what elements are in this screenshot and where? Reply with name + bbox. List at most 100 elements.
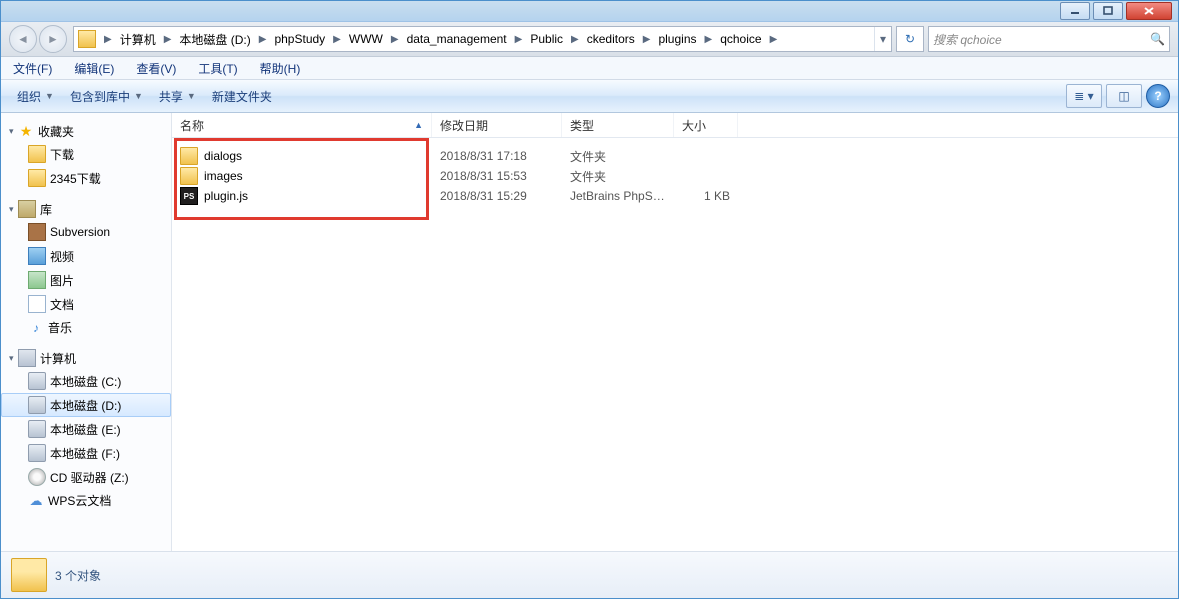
sidebar-drive-d[interactable]: 本地磁盘 (D:) (1, 393, 171, 417)
folder-icon (180, 147, 198, 165)
sidebar-documents[interactable]: 文档 (1, 292, 171, 316)
chevron-right-icon[interactable]: ▶ (701, 34, 717, 45)
chevron-right-icon[interactable]: ▶ (100, 34, 116, 45)
share-button[interactable]: 共享▼ (151, 84, 204, 108)
chevron-right-icon[interactable]: ▶ (160, 34, 176, 45)
status-bar: 3 个对象 (1, 551, 1178, 598)
picture-icon (28, 271, 46, 289)
minimize-button[interactable] (1060, 2, 1090, 20)
chevron-right-icon[interactable]: ▶ (329, 34, 345, 45)
sort-asc-icon: ▲ (414, 120, 423, 130)
file-rows: dialogs 2018/8/31 17:18 文件夹 images 2018/… (172, 138, 1178, 551)
new-folder-button[interactable]: 新建文件夹 (204, 84, 280, 108)
file-date: 2018/8/31 15:53 (432, 169, 562, 183)
crumb-phpstudy[interactable]: phpStudy (270, 27, 329, 51)
sidebar-downloads[interactable]: 下载 (1, 142, 171, 166)
crumb-plugins[interactable]: plugins (654, 27, 700, 51)
explorer-window: ◄ ► ▶ 计算机▶ 本地磁盘 (D:)▶ phpStudy▶ WWW▶ dat… (0, 0, 1179, 599)
crumb-drive-d[interactable]: 本地磁盘 (D:) (175, 27, 254, 51)
js-file-icon: PS (180, 187, 198, 205)
disk-icon (28, 444, 46, 462)
crumb-data-management[interactable]: data_management (403, 27, 511, 51)
computer-group[interactable]: ▾计算机 (1, 347, 171, 369)
close-button[interactable] (1126, 2, 1172, 20)
chevron-right-icon[interactable]: ▶ (511, 34, 527, 45)
forward-button[interactable]: ► (39, 25, 67, 53)
chevron-down-icon: ▼ (45, 91, 54, 101)
video-icon (28, 247, 46, 265)
chevron-down-icon: ▼ (187, 91, 196, 101)
file-name: images (204, 169, 243, 183)
file-name: dialogs (204, 149, 242, 163)
chevron-right-icon[interactable]: ▶ (567, 34, 583, 45)
view-options-button[interactable]: ≣ ▾ (1066, 84, 1102, 108)
address-dropdown[interactable]: ▾ (874, 27, 891, 51)
search-box[interactable]: 搜索 qchoice 🔍 (928, 26, 1170, 52)
menu-edit[interactable]: 编辑(E) (70, 58, 118, 79)
favorites-group[interactable]: ▾★收藏夹 (1, 121, 171, 142)
chevron-right-icon[interactable]: ▶ (766, 34, 782, 45)
crumb-ckeditors[interactable]: ckeditors (583, 27, 639, 51)
crumb-qchoice[interactable]: qchoice (716, 27, 765, 51)
column-size[interactable]: 大小 (674, 113, 738, 137)
file-date: 2018/8/31 15:29 (432, 189, 562, 203)
sidebar-drive-z[interactable]: CD 驱动器 (Z:) (1, 465, 171, 489)
search-input[interactable]: 搜索 qchoice (933, 31, 1150, 48)
file-row[interactable]: images 2018/8/31 15:53 文件夹 (172, 166, 1178, 186)
include-in-library-button[interactable]: 包含到库中▼ (62, 84, 151, 108)
chevron-right-icon[interactable]: ▶ (387, 34, 403, 45)
crumb-www[interactable]: WWW (345, 27, 387, 51)
computer-icon (18, 349, 36, 367)
folder-icon (180, 167, 198, 185)
navigation-pane[interactable]: ▾★收藏夹 下载 2345下载 ▾库 Subversion 视频 图片 文档 ♪… (1, 113, 172, 551)
sidebar-drive-c[interactable]: 本地磁盘 (C:) (1, 369, 171, 393)
sidebar-music[interactable]: ♪音乐 (1, 316, 171, 339)
svn-icon (28, 223, 46, 241)
menu-help[interactable]: 帮助(H) (256, 58, 305, 79)
sidebar-drive-e[interactable]: 本地磁盘 (E:) (1, 417, 171, 441)
crumb-computer[interactable]: 计算机 (116, 27, 160, 51)
library-icon (18, 200, 36, 218)
crumb-public[interactable]: Public (526, 27, 567, 51)
file-row[interactable]: PSplugin.js 2018/8/31 15:29 JetBrains Ph… (172, 186, 1178, 206)
disk-icon (28, 420, 46, 438)
sidebar-video[interactable]: 视频 (1, 244, 171, 268)
help-button[interactable]: ? (1146, 84, 1170, 108)
sidebar-subversion[interactable]: Subversion (1, 220, 171, 244)
sidebar-wps-cloud[interactable]: ☁WPS云文档 (1, 489, 171, 512)
menu-file[interactable]: 文件(F) (9, 58, 56, 79)
sidebar-2345downloads[interactable]: 2345下载 (1, 166, 171, 190)
chevron-right-icon[interactable]: ▶ (255, 34, 271, 45)
chevron-down-icon: ▼ (134, 91, 143, 101)
back-button[interactable]: ◄ (9, 25, 37, 53)
menu-bar: 文件(F) 编辑(E) 查看(V) 工具(T) 帮助(H) (1, 57, 1178, 80)
maximize-button[interactable] (1093, 2, 1123, 20)
document-icon (28, 295, 46, 313)
column-name[interactable]: 名称▲ (172, 113, 432, 137)
folder-icon (28, 145, 46, 163)
music-icon: ♪ (28, 320, 44, 336)
cloud-icon: ☁ (28, 493, 44, 509)
chevron-right-icon[interactable]: ▶ (639, 34, 655, 45)
collapse-icon: ▾ (9, 126, 14, 137)
preview-pane-button[interactable]: ◫ (1106, 84, 1142, 108)
column-date[interactable]: 修改日期 (432, 113, 562, 137)
file-date: 2018/8/31 17:18 (432, 149, 562, 163)
column-headers: 名称▲ 修改日期 类型 大小 (172, 113, 1178, 138)
sidebar-pictures[interactable]: 图片 (1, 268, 171, 292)
file-list-pane: 名称▲ 修改日期 类型 大小 dialogs 2018/8/31 17:18 文… (172, 113, 1178, 551)
search-icon: 🔍 (1150, 32, 1165, 46)
title-bar[interactable] (1, 1, 1178, 22)
column-type[interactable]: 类型 (562, 113, 674, 137)
libraries-group[interactable]: ▾库 (1, 198, 171, 220)
file-row[interactable]: dialogs 2018/8/31 17:18 文件夹 (172, 146, 1178, 166)
menu-view[interactable]: 查看(V) (132, 58, 180, 79)
refresh-button[interactable]: ↻ (896, 26, 924, 52)
dvd-icon (28, 468, 46, 486)
address-bar[interactable]: ▶ 计算机▶ 本地磁盘 (D:)▶ phpStudy▶ WWW▶ data_ma… (73, 26, 892, 52)
star-icon: ★ (18, 124, 34, 140)
organize-button[interactable]: 组织▼ (9, 84, 62, 108)
sidebar-drive-f[interactable]: 本地磁盘 (F:) (1, 441, 171, 465)
menu-tools[interactable]: 工具(T) (194, 58, 241, 79)
file-size: 1 KB (674, 189, 738, 203)
